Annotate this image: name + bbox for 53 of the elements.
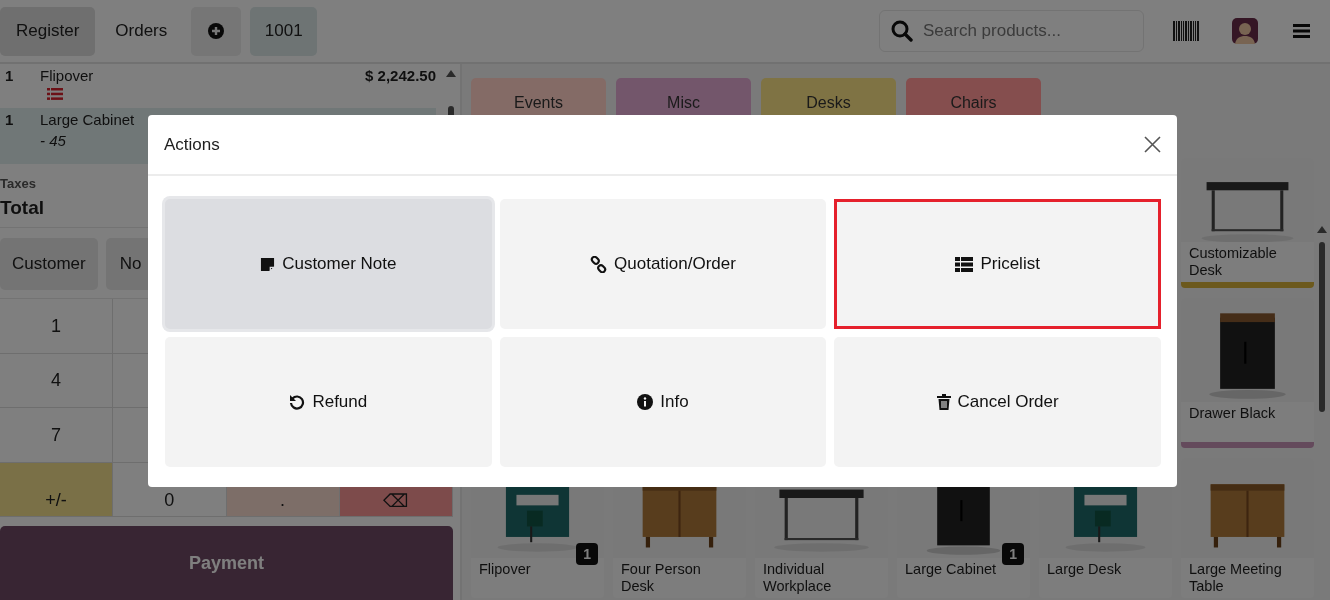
- product-name: Drawer Black: [1189, 404, 1276, 423]
- new-order-button[interactable]: [191, 6, 242, 56]
- product-name: Individual Workplace: [763, 560, 833, 596]
- menu-icon[interactable]: [1293, 24, 1310, 38]
- note-icon: [260, 256, 276, 272]
- action-button[interactable]: Pricelist: [834, 199, 1161, 329]
- category-button[interactable]: Events: [471, 78, 606, 115]
- dialog-title: Actions: [164, 134, 220, 155]
- close-icon[interactable]: [1144, 136, 1161, 153]
- nav-tab[interactable]: Register: [0, 6, 96, 56]
- quantity-badge: 1: [576, 543, 598, 565]
- action-button[interactable]: Cancel Order: [834, 337, 1161, 467]
- numpad-key[interactable]: 4: [0, 353, 114, 409]
- action-button[interactable]: Refund: [165, 337, 492, 467]
- info-icon: [637, 394, 654, 410]
- link-icon: [590, 255, 608, 273]
- line-product: Flipover: [40, 67, 94, 84]
- numpad-key[interactable]: 7: [0, 408, 114, 463]
- line-product: Large Cabinet: [40, 111, 135, 128]
- order-tab[interactable]: 1001: [250, 6, 318, 56]
- product-name: Large Meeting Table: [1189, 560, 1283, 596]
- numpad-key[interactable]: +/-: [0, 462, 114, 518]
- line-discount: - 45: [40, 132, 66, 149]
- avatar-icon[interactable]: [1232, 18, 1258, 44]
- search-icon: [891, 20, 913, 42]
- category-button[interactable]: Chairs: [906, 78, 1041, 115]
- nav-tab[interactable]: Orders: [99, 6, 184, 56]
- plus-icon: [208, 23, 225, 39]
- order-line[interactable]: 1 Flipover $ 2,242.50: [0, 64, 436, 108]
- barcode-icon[interactable]: [1173, 21, 1199, 41]
- product-name: Large Desk: [1047, 560, 1122, 579]
- search-field[interactable]: Search products...: [879, 10, 1144, 52]
- payment-button[interactable]: Payment: [0, 526, 453, 600]
- category-button[interactable]: Misc: [616, 78, 751, 115]
- action-button[interactable]: Customer: [0, 238, 98, 291]
- product-name: Four Person Desk: [621, 560, 702, 596]
- total-label: Total: [0, 197, 45, 219]
- line-quantity: 1: [5, 111, 15, 130]
- list-icon: [955, 256, 974, 272]
- taxes-label: Taxes: [0, 176, 37, 191]
- product-name: Customizable Desk: [1189, 244, 1278, 280]
- trash-icon: [936, 394, 951, 410]
- action-button[interactable]: Customer Note: [165, 199, 492, 329]
- line-price: $ 2,242.50: [365, 67, 436, 86]
- action-button[interactable]: Quotation/Order: [499, 199, 827, 329]
- category-button[interactable]: Desks: [761, 78, 896, 115]
- product-name: Flipover: [479, 560, 531, 579]
- line-quantity: 1: [5, 67, 15, 86]
- undo-icon: [289, 394, 306, 410]
- product-name: Large Cabinet: [905, 560, 997, 579]
- quantity-badge: 1: [1002, 543, 1024, 565]
- numpad-key[interactable]: 1: [0, 299, 114, 354]
- action-button[interactable]: Info: [499, 337, 827, 467]
